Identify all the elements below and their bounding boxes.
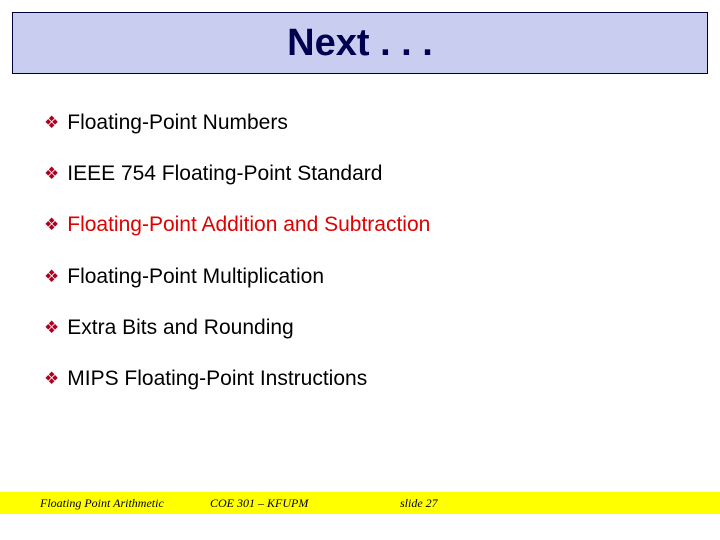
bullet-icon: ❖	[44, 267, 59, 287]
slide-title: Next . . .	[287, 22, 433, 65]
list-item-label: IEEE 754 Floating-Point Standard	[67, 161, 382, 186]
bullet-icon: ❖	[44, 164, 59, 184]
list-item: ❖ IEEE 754 Floating-Point Standard	[44, 161, 676, 186]
footer-bar: Floating Point Arithmetic COE 301 – KFUP…	[0, 492, 720, 514]
footer-slide-number: slide 27	[400, 496, 438, 511]
bullet-list: ❖ Floating-Point Numbers ❖ IEEE 754 Floa…	[44, 110, 676, 417]
list-item-label: Extra Bits and Rounding	[67, 315, 293, 340]
bullet-icon: ❖	[44, 369, 59, 389]
list-item: ❖ Floating-Point Multiplication	[44, 264, 676, 289]
list-item: ❖ Floating-Point Addition and Subtractio…	[44, 212, 676, 237]
footer-topic: Floating Point Arithmetic	[40, 496, 164, 511]
list-item-label: Floating-Point Numbers	[67, 110, 288, 135]
list-item-label: Floating-Point Addition and Subtraction	[67, 212, 430, 237]
list-item: ❖ Extra Bits and Rounding	[44, 315, 676, 340]
footer-course: COE 301 – KFUPM	[210, 496, 308, 511]
bullet-icon: ❖	[44, 113, 59, 133]
list-item: ❖ Floating-Point Numbers	[44, 110, 676, 135]
bullet-icon: ❖	[44, 215, 59, 235]
list-item: ❖ MIPS Floating-Point Instructions	[44, 366, 676, 391]
bullet-icon: ❖	[44, 318, 59, 338]
list-item-label: MIPS Floating-Point Instructions	[67, 366, 367, 391]
title-bar: Next . . .	[12, 12, 708, 74]
list-item-label: Floating-Point Multiplication	[67, 264, 324, 289]
